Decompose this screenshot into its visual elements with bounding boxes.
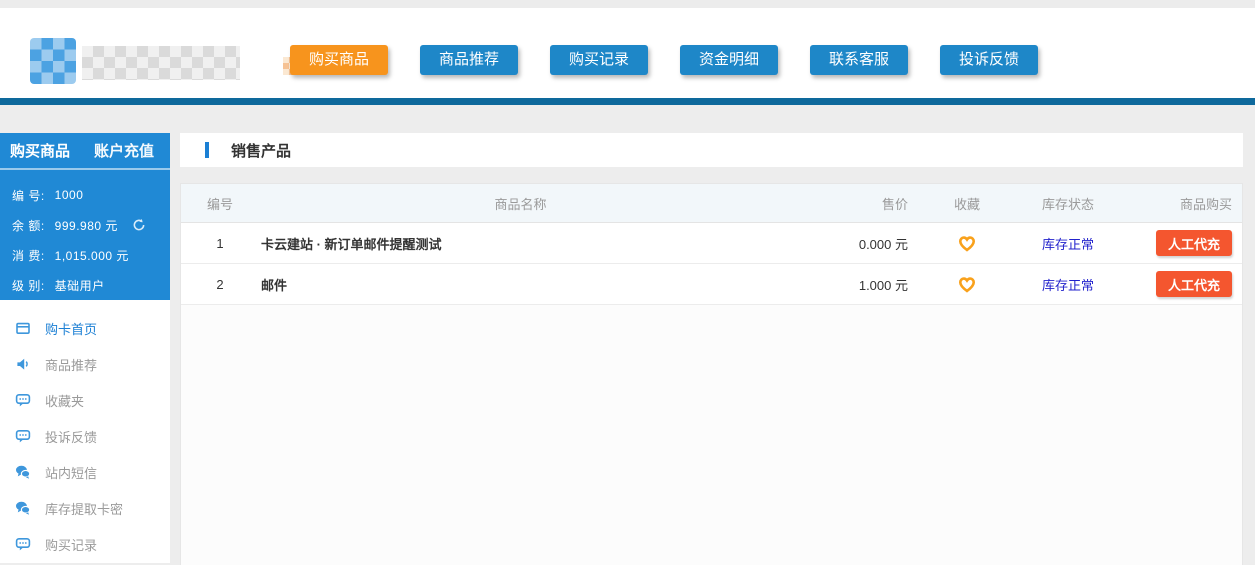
account-balance-row: 余 额: 999.980 元 xyxy=(12,210,170,240)
table-row: 1 卡云建站 · 新订单邮件提醒测试 0.000 元 库存正常 人工代充 xyxy=(181,223,1242,264)
page: 购买商品 商品推荐 购买记录 资金明细 联系客服 投诉反馈 购买商品 账户充值 … xyxy=(0,0,1255,563)
sidebar-menu: 购卡首页 商品推荐 收藏夹 投诉反馈 xyxy=(0,300,170,563)
section-header: 销售产品 xyxy=(180,133,1243,167)
sidebar-item-label: 站内短信 xyxy=(45,463,97,482)
sidebar-tabs: 购买商品 账户充值 xyxy=(0,133,170,170)
header-divider-bar xyxy=(0,98,1255,105)
product-name[interactable]: 邮件 xyxy=(259,275,782,294)
sidebar-item-label: 投诉反馈 xyxy=(45,427,97,446)
col-header-stock-status: 库存状态 xyxy=(1012,194,1124,213)
sidebar-item-label: 购卡首页 xyxy=(45,319,97,338)
account-spent-value: 1,015.000 元 xyxy=(55,247,129,264)
main-content: 销售产品 编号 商品名称 售价 收藏 库存状态 商品购买 1 卡云建站 · 新订… xyxy=(180,133,1243,563)
nav-purchase-history-button[interactable]: 购买记录 xyxy=(550,45,648,75)
main-nav: 购买商品 商品推荐 购买记录 资金明细 联系客服 投诉反馈 xyxy=(290,45,1038,75)
col-header-purchase: 商品购买 xyxy=(1124,194,1242,213)
col-header-favorite: 收藏 xyxy=(922,194,1012,213)
table-header-row: 编号 商品名称 售价 收藏 库存状态 商品购买 xyxy=(181,184,1242,223)
manual-recharge-button[interactable]: 人工代充 xyxy=(1156,271,1232,297)
nav-feedback-button[interactable]: 投诉反馈 xyxy=(940,45,1038,75)
chat-bubble-icon xyxy=(14,536,31,552)
sidebar-item-label: 购买记录 xyxy=(45,535,97,554)
sidebar-item-site-messages[interactable]: 站内短信 xyxy=(0,454,170,490)
sidebar-item-product-recommend[interactable]: 商品推荐 xyxy=(0,346,170,382)
col-header-number: 编号 xyxy=(181,194,259,213)
section-accent-bar xyxy=(205,142,209,158)
account-level-label: 级 别: xyxy=(12,277,45,294)
stock-status-link[interactable]: 库存正常 xyxy=(1012,234,1124,253)
sidebar-item-label: 商品推荐 xyxy=(45,355,97,374)
chat-bubble-icon xyxy=(14,428,31,444)
sidebar-item-purchase-history[interactable]: 购买记录 xyxy=(0,526,170,562)
favorite-heart-icon[interactable] xyxy=(957,275,977,293)
account-info: 编 号: 1000 余 额: 999.980 元 消 费: 1,015. xyxy=(0,170,170,312)
col-header-product-name: 商品名称 xyxy=(259,194,782,213)
logo-mark-censored xyxy=(30,38,76,84)
product-number: 2 xyxy=(181,277,259,292)
messages-icon xyxy=(14,500,31,516)
account-level-value: 基础用户 xyxy=(55,277,105,294)
favorite-heart-icon[interactable] xyxy=(957,234,977,252)
product-name[interactable]: 卡云建站 · 新订单邮件提醒测试 xyxy=(259,234,782,253)
product-price: 0.000 元 xyxy=(782,234,922,253)
sidebar-item-feedback[interactable]: 投诉反馈 xyxy=(0,418,170,454)
manual-recharge-button[interactable]: 人工代充 xyxy=(1156,230,1232,256)
account-id-row: 编 号: 1000 xyxy=(12,180,170,210)
stock-status-link[interactable]: 库存正常 xyxy=(1012,275,1124,294)
account-balance-value: 999.980 元 xyxy=(55,217,118,234)
messages-icon xyxy=(14,464,31,480)
sidebar-item-label: 收藏夹 xyxy=(45,391,84,410)
products-table: 编号 商品名称 售价 收藏 库存状态 商品购买 1 卡云建站 · 新订单邮件提醒… xyxy=(180,183,1243,565)
sidebar-item-label: 库存提取卡密 xyxy=(45,499,123,518)
nav-buy-products-button[interactable]: 购买商品 xyxy=(290,45,388,75)
sidebar-item-favorites[interactable]: 收藏夹 xyxy=(0,382,170,418)
nav-contact-service-button[interactable]: 联系客服 xyxy=(810,45,908,75)
product-number: 1 xyxy=(181,236,259,251)
megaphone-icon xyxy=(14,356,31,372)
account-id-value: 1000 xyxy=(55,188,84,202)
page-title: 销售产品 xyxy=(231,140,291,161)
account-level-row: 级 别: 基础用户 xyxy=(12,270,170,300)
account-id-label: 编 号: xyxy=(12,187,45,204)
top-strip xyxy=(0,0,1255,8)
refresh-balance-icon[interactable] xyxy=(132,218,146,232)
sidebar-tab-account-recharge[interactable]: 账户充值 xyxy=(94,140,154,161)
sidebar-tab-buy-products[interactable]: 购买商品 xyxy=(10,140,70,161)
sidebar-item-card-home[interactable]: 购卡首页 xyxy=(0,310,170,346)
account-spent-row: 消 费: 1,015.000 元 xyxy=(12,240,170,270)
col-header-price: 售价 xyxy=(782,194,922,213)
nav-product-recommend-button[interactable]: 商品推荐 xyxy=(420,45,518,75)
product-price: 1.000 元 xyxy=(782,275,922,294)
site-logo[interactable] xyxy=(30,36,242,88)
logo-text-censored xyxy=(82,46,240,80)
chat-bubble-icon xyxy=(14,392,31,408)
nav-fund-details-button[interactable]: 资金明细 xyxy=(680,45,778,75)
account-spent-label: 消 费: xyxy=(12,247,45,264)
storefront-icon xyxy=(14,320,31,336)
sidebar-account-panel: 购买商品 账户充值 编 号: 1000 余 额: 999.980 元 xyxy=(0,133,170,312)
account-balance-label: 余 额: xyxy=(12,217,45,234)
site-header: 购买商品 商品推荐 购买记录 资金明细 联系客服 投诉反馈 xyxy=(0,8,1255,98)
table-row: 2 邮件 1.000 元 库存正常 人工代充 xyxy=(181,264,1242,305)
sidebar-item-stock-card-extract[interactable]: 库存提取卡密 xyxy=(0,490,170,526)
